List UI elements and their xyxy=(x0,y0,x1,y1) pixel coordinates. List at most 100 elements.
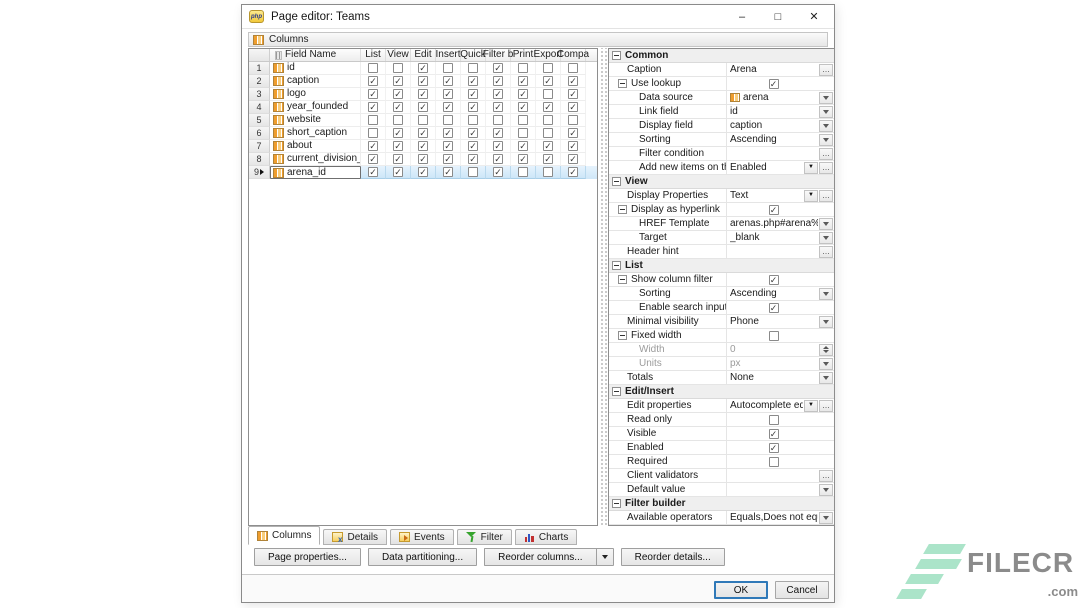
dropdown-button[interactable]: ▼ xyxy=(804,162,818,174)
grid-checkbox[interactable]: ✓ xyxy=(518,76,528,86)
property-value[interactable]: _blank xyxy=(727,231,834,244)
split-dropdown-button[interactable] xyxy=(596,548,614,566)
ok-button[interactable]: OK xyxy=(714,581,768,599)
grid-checkbox[interactable]: ✓ xyxy=(418,63,428,73)
property-row[interactable]: Width0 xyxy=(609,343,834,357)
grid-checkbox[interactable]: ✓ xyxy=(443,89,453,99)
grid-checkbox[interactable] xyxy=(568,63,578,73)
column-header[interactable]: Compa xyxy=(561,49,586,61)
property-value[interactable]: … xyxy=(727,147,834,160)
property-value[interactable]: Enabled▼… xyxy=(727,161,834,174)
property-row[interactable]: Enable search input✓ xyxy=(609,301,834,315)
grid-checkbox[interactable]: ✓ xyxy=(393,141,403,151)
property-value[interactable] xyxy=(727,455,834,468)
property-row[interactable]: Target_blank xyxy=(609,231,834,245)
property-checkbox[interactable]: ✓ xyxy=(769,79,779,89)
property-checkbox[interactable]: ✓ xyxy=(769,303,779,313)
collapse-icon[interactable] xyxy=(618,331,627,340)
property-value[interactable] xyxy=(727,483,834,496)
ellipsis-button[interactable]: … xyxy=(819,64,833,76)
grid-checkbox[interactable]: ✓ xyxy=(493,76,503,86)
grid-checkbox[interactable] xyxy=(368,63,378,73)
data-partitioning-button[interactable]: Data partitioning... xyxy=(368,548,477,566)
grid-checkbox[interactable]: ✓ xyxy=(443,128,453,138)
grid-checkbox[interactable] xyxy=(518,115,528,125)
property-row[interactable]: Default value xyxy=(609,483,834,497)
field-name-cell[interactable]: about xyxy=(270,140,361,153)
collapse-icon[interactable] xyxy=(612,387,621,396)
dropdown-button[interactable]: ▼ xyxy=(804,400,818,412)
property-value[interactable]: arena xyxy=(727,91,834,104)
column-header[interactable]: Print xyxy=(511,49,536,61)
property-value[interactable]: arenas.php#arena%... xyxy=(727,217,834,230)
grid-checkbox[interactable] xyxy=(418,115,428,125)
grid-checkbox[interactable]: ✓ xyxy=(468,128,478,138)
field-name-cell[interactable]: caption xyxy=(270,75,361,88)
property-value[interactable]: id xyxy=(727,105,834,118)
ellipsis-button[interactable]: … xyxy=(819,470,833,482)
grid-checkbox[interactable]: ✓ xyxy=(568,154,578,164)
grid-checkbox[interactable]: ✓ xyxy=(418,89,428,99)
field-name-cell[interactable]: id xyxy=(270,62,361,75)
dropdown-button[interactable] xyxy=(819,120,833,132)
grid-checkbox[interactable]: ✓ xyxy=(418,128,428,138)
ellipsis-button[interactable]: … xyxy=(819,190,833,202)
property-value[interactable]: caption xyxy=(727,119,834,132)
grid-checkbox[interactable]: ✓ xyxy=(443,102,453,112)
grid-checkbox[interactable]: ✓ xyxy=(368,76,378,86)
tab-columns[interactable]: Columns xyxy=(248,526,320,545)
grid-checkbox[interactable]: ✓ xyxy=(518,141,528,151)
grid-checkbox[interactable]: ✓ xyxy=(393,89,403,99)
grid-checkbox[interactable]: ✓ xyxy=(568,128,578,138)
grid-checkbox[interactable]: ✓ xyxy=(518,102,528,112)
table-row[interactable]: 3logo✓✓✓✓✓✓✓✓ xyxy=(249,88,597,101)
property-value[interactable]: Autocomplete editor▼… xyxy=(727,399,834,412)
property-row[interactable]: SortingAscending xyxy=(609,287,834,301)
grid-checkbox[interactable]: ✓ xyxy=(493,154,503,164)
grid-checkbox[interactable]: ✓ xyxy=(568,167,578,177)
property-value[interactable]: ✓ xyxy=(727,441,834,454)
property-row[interactable]: Unitspx xyxy=(609,357,834,371)
property-row[interactable]: CaptionArena… xyxy=(609,63,834,77)
property-value[interactable]: 0 xyxy=(727,343,834,356)
grid-checkbox[interactable] xyxy=(543,63,553,73)
grid-checkbox[interactable] xyxy=(443,115,453,125)
property-row[interactable]: Filter condition… xyxy=(609,147,834,161)
grid-checkbox[interactable]: ✓ xyxy=(468,102,478,112)
column-header[interactable]: Edit xyxy=(411,49,436,61)
grid-checkbox[interactable] xyxy=(393,115,403,125)
grid-checkbox[interactable]: ✓ xyxy=(493,141,503,151)
grid-checkbox[interactable] xyxy=(543,128,553,138)
collapse-icon[interactable] xyxy=(618,79,627,88)
grid-checkbox[interactable] xyxy=(543,89,553,99)
tab-details[interactable]: Details xyxy=(323,529,387,545)
collapse-icon[interactable] xyxy=(612,177,621,186)
table-row[interactable]: 4year_founded✓✓✓✓✓✓✓✓✓ xyxy=(249,101,597,114)
grid-checkbox[interactable]: ✓ xyxy=(493,128,503,138)
grid-checkbox[interactable] xyxy=(368,128,378,138)
cancel-button[interactable]: Cancel xyxy=(775,581,829,599)
property-checkbox[interactable]: ✓ xyxy=(769,205,779,215)
dropdown-button[interactable]: ▼ xyxy=(804,190,818,202)
grid-checkbox[interactable]: ✓ xyxy=(493,102,503,112)
column-header[interactable]: View xyxy=(386,49,411,61)
category-row[interactable]: Common xyxy=(609,49,834,63)
grid-checkbox[interactable]: ✓ xyxy=(418,141,428,151)
property-value[interactable]: Ascending xyxy=(727,287,834,300)
grid-checkbox[interactable] xyxy=(568,115,578,125)
property-value[interactable] xyxy=(727,413,834,426)
property-row[interactable]: Required xyxy=(609,455,834,469)
page-properties-button[interactable]: Page properties... xyxy=(254,548,361,566)
property-value[interactable] xyxy=(727,329,834,342)
field-name-cell[interactable]: arena_id xyxy=(270,166,361,179)
dropdown-button[interactable] xyxy=(819,316,833,328)
grid-checkbox[interactable] xyxy=(443,63,453,73)
property-value[interactable]: ✓ xyxy=(727,273,834,286)
grid-checkbox[interactable]: ✓ xyxy=(518,89,528,99)
grid-checkbox[interactable]: ✓ xyxy=(543,141,553,151)
collapse-icon[interactable] xyxy=(618,205,627,214)
property-checkbox[interactable]: ✓ xyxy=(769,429,779,439)
table-row[interactable]: 5website xyxy=(249,114,597,127)
property-value[interactable]: ✓ xyxy=(727,203,834,216)
grid-checkbox[interactable]: ✓ xyxy=(393,76,403,86)
